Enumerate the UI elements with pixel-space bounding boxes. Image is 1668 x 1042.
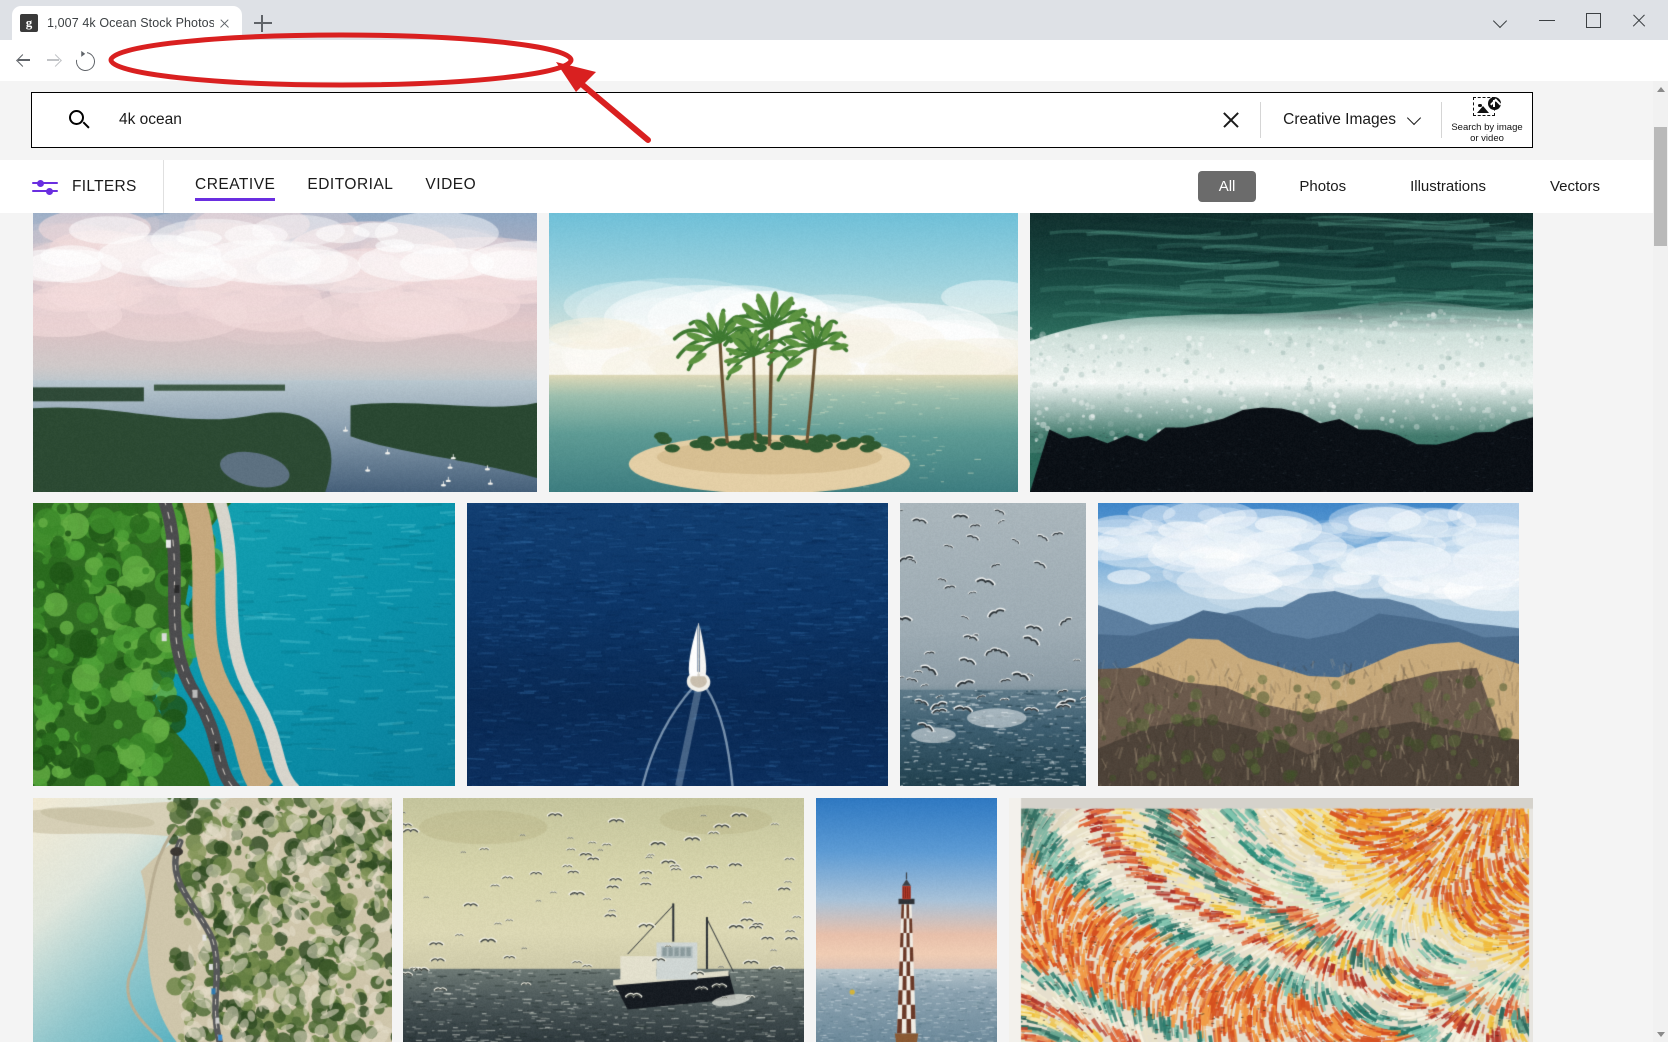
scrollbar-thumb[interactable] bbox=[1654, 127, 1667, 246]
window-controls bbox=[1478, 0, 1662, 40]
tab-vectors[interactable]: Vectors bbox=[1529, 171, 1621, 202]
browser-window: g 1,007 4k Ocean Stock Photos, Hi gettyi… bbox=[0, 0, 1668, 1042]
chevron-down-icon[interactable] bbox=[1478, 0, 1524, 40]
aerial-mangrove-islands-at-dusk[interactable] bbox=[33, 213, 537, 492]
colorful-textured-artwork-thumbnail bbox=[1009, 798, 1533, 1042]
window-close-icon[interactable] bbox=[1616, 0, 1662, 40]
aerial-cliff-road-coastline-thumbnail bbox=[33, 798, 392, 1042]
filter-bar: FILTERS CREATIVE EDITORIAL VIDEO All Pho… bbox=[0, 160, 1653, 213]
aerial-waves-on-black-sand-beach-thumbnail bbox=[1030, 213, 1533, 492]
arrow-right-icon bbox=[47, 54, 61, 67]
tab-creative[interactable]: CREATIVE bbox=[195, 176, 276, 201]
new-tab-button[interactable] bbox=[252, 12, 274, 34]
checkered-lighthouse-at-dusk[interactable] bbox=[816, 798, 997, 1042]
getty-favicon-icon: g bbox=[20, 14, 38, 32]
search-by-image-line2: or video bbox=[1470, 132, 1504, 144]
image-type-label: Creative Images bbox=[1283, 111, 1396, 128]
scroll-down-arrow-icon[interactable] bbox=[1653, 1026, 1668, 1042]
seabirds-over-rough-ocean[interactable] bbox=[900, 503, 1086, 786]
checkered-lighthouse-at-dusk-thumbnail bbox=[816, 798, 997, 1042]
clear-search-icon[interactable] bbox=[1220, 109, 1242, 131]
page-scrollbar[interactable] bbox=[1653, 81, 1668, 1042]
search-icon bbox=[69, 110, 89, 130]
fishing-trawler-with-gulls[interactable] bbox=[403, 798, 804, 1042]
scroll-up-arrow-icon[interactable] bbox=[1653, 81, 1668, 97]
image-type-dropdown[interactable]: Creative Images bbox=[1261, 93, 1441, 147]
colorful-textured-artwork[interactable] bbox=[1009, 798, 1533, 1042]
tab-photos[interactable]: Photos bbox=[1278, 171, 1367, 202]
maximize-icon[interactable] bbox=[1570, 0, 1616, 40]
search-input[interactable]: 4k ocean bbox=[119, 111, 1220, 129]
back-button[interactable] bbox=[10, 48, 36, 74]
divider bbox=[163, 160, 164, 213]
content-family-tabs: CREATIVE EDITORIAL VIDEO bbox=[195, 160, 508, 213]
forward-button[interactable] bbox=[42, 48, 68, 74]
palm-trees-on-small-island-thumbnail bbox=[549, 213, 1018, 492]
tab-strip: g 1,007 4k Ocean Stock Photos, Hi bbox=[0, 0, 1668, 40]
sliders-icon bbox=[32, 178, 58, 195]
sailboat-on-deep-blue-ocean-thumbnail bbox=[467, 503, 888, 786]
tab-editorial[interactable]: EDITORIAL bbox=[307, 176, 393, 197]
seabirds-over-rough-ocean-thumbnail bbox=[900, 503, 1086, 786]
canyon-mountains-with-clouds[interactable] bbox=[1098, 503, 1519, 786]
aerial-coastal-road-turquoise-sea-thumbnail bbox=[33, 503, 455, 786]
minimize-icon[interactable] bbox=[1524, 0, 1570, 40]
tab-video[interactable]: VIDEO bbox=[425, 176, 476, 197]
aerial-waves-on-black-sand-beach[interactable] bbox=[1030, 213, 1533, 492]
getty-search-page: 4k ocean Creative Images Search by image… bbox=[0, 81, 1668, 1042]
tab-close-icon[interactable] bbox=[214, 13, 234, 33]
reload-icon bbox=[72, 48, 99, 75]
tab-illustrations[interactable]: Illustrations bbox=[1389, 171, 1507, 202]
results-grid bbox=[0, 213, 1653, 1042]
search-by-image-button[interactable]: Search by image or video bbox=[1442, 93, 1532, 147]
canyon-mountains-with-clouds-thumbnail bbox=[1098, 503, 1519, 786]
chevron-down-icon bbox=[1406, 110, 1422, 126]
media-type-tabs: All Photos Illustrations Vectors bbox=[1176, 171, 1653, 202]
search-zone: 4k ocean Creative Images Search by image… bbox=[0, 81, 1653, 160]
arrow-left-icon bbox=[16, 54, 30, 67]
tab-title: 1,007 4k Ocean Stock Photos, Hi bbox=[47, 16, 214, 30]
tab-all[interactable]: All bbox=[1197, 171, 1257, 202]
aerial-mangrove-islands-at-dusk-thumbnail bbox=[33, 213, 537, 492]
search-by-image-line1: Search by image bbox=[1451, 121, 1523, 133]
search-bar: 4k ocean Creative Images Search by image… bbox=[31, 92, 1533, 148]
image-upload-icon bbox=[1473, 96, 1501, 119]
filters-button[interactable]: FILTERS bbox=[0, 160, 163, 213]
fishing-trawler-with-gulls-thumbnail bbox=[403, 798, 804, 1042]
aerial-cliff-road-coastline[interactable] bbox=[33, 798, 392, 1042]
aerial-coastal-road-turquoise-sea[interactable] bbox=[33, 503, 455, 786]
browser-toolbar: gettyimages.com/search/2/image?family=cr… bbox=[0, 40, 1668, 115]
browser-tab[interactable]: g 1,007 4k Ocean Stock Photos, Hi bbox=[12, 6, 242, 40]
palm-trees-on-small-island[interactable] bbox=[549, 213, 1018, 492]
sailboat-on-deep-blue-ocean[interactable] bbox=[467, 503, 888, 786]
filters-label: FILTERS bbox=[72, 177, 137, 195]
reload-button[interactable] bbox=[72, 48, 99, 75]
